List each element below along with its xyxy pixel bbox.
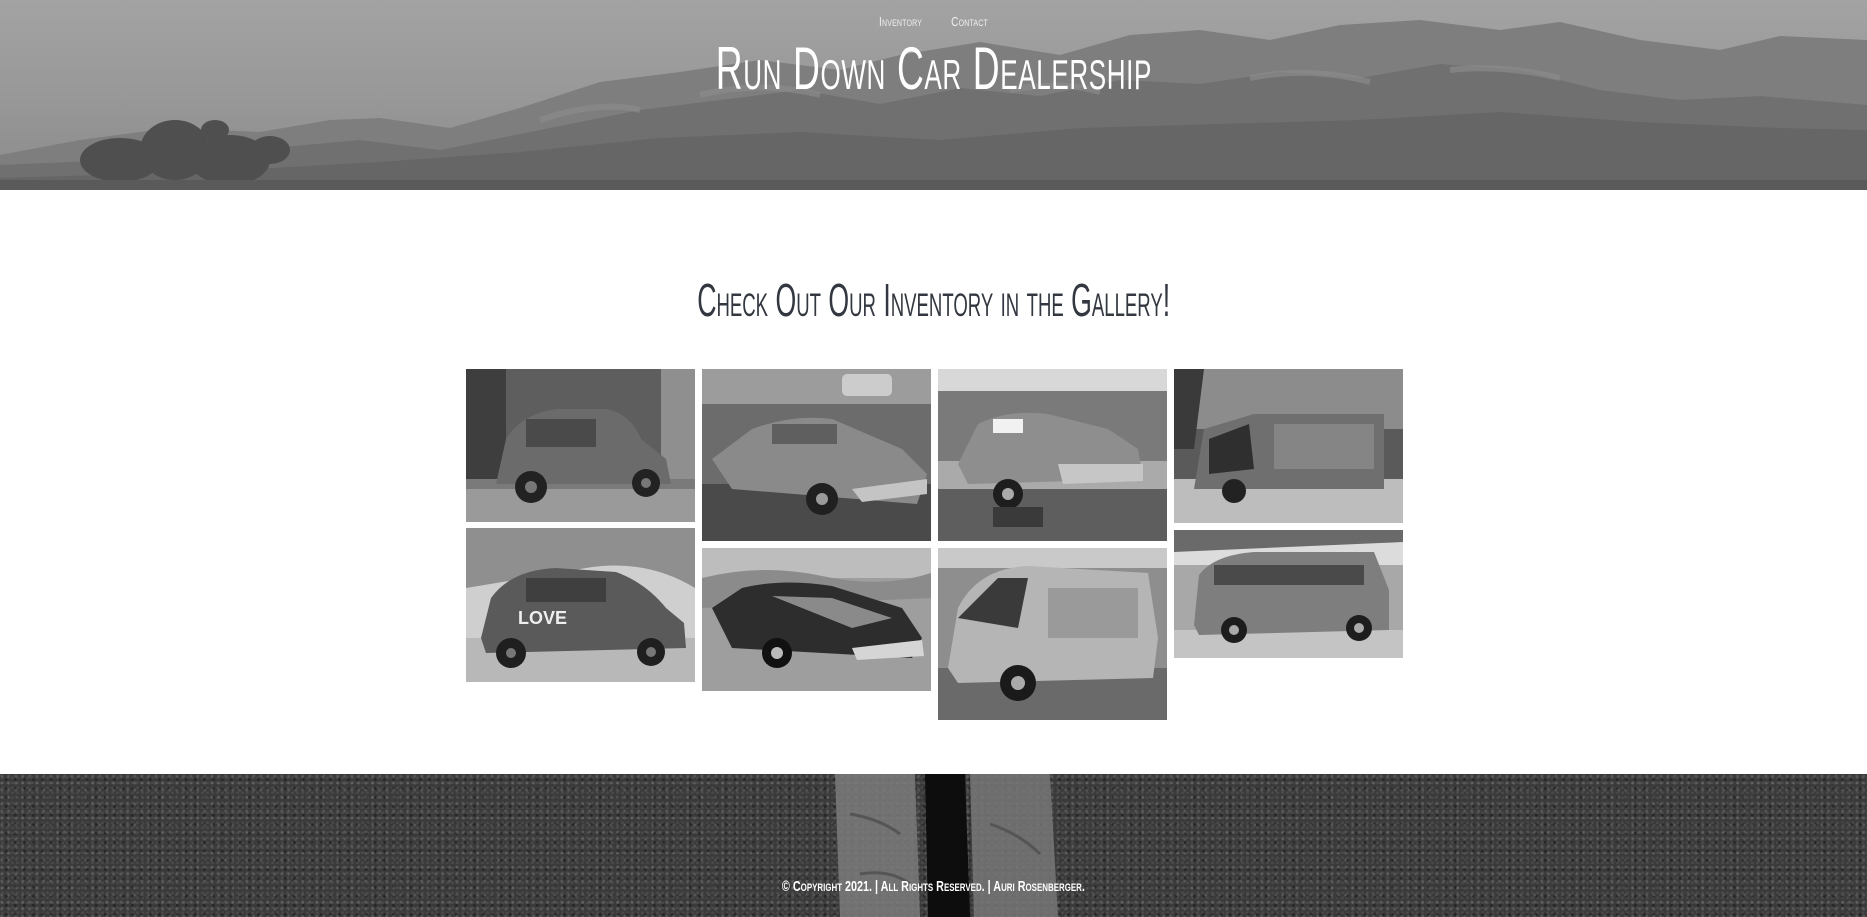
gallery-photo-4[interactable] (1174, 369, 1403, 523)
gallery-photo-8[interactable] (1174, 530, 1403, 658)
site-title: Run Down Car Dealership (0, 34, 1867, 104)
svg-text:LOVE: LOVE (518, 608, 567, 628)
gallery-photo-3[interactable] (938, 369, 1167, 541)
gallery-photo-1[interactable] (466, 369, 695, 522)
nav-link-inventory[interactable]: Inventory (879, 14, 922, 29)
gallery-heading: Check Out Our Inventory in the Gallery! (0, 272, 1867, 328)
gallery-photo-5[interactable]: LOVE (466, 528, 695, 682)
site-title-text: Run Down Car Dealership (715, 35, 1152, 102)
copyright-text: © Copyright 2021. | All Rights Reserved.… (782, 878, 1085, 895)
inventory-gallery: LOVE (466, 369, 1403, 729)
road-center-line-image (835, 774, 1058, 917)
site-header: Inventory Contact Run Down Car Dealershi… (0, 0, 1867, 190)
main-nav: Inventory Contact (0, 14, 1867, 29)
gallery-photo-6[interactable] (702, 548, 931, 691)
gallery-photo-2[interactable] (702, 369, 931, 541)
gallery-photo-7[interactable] (938, 548, 1167, 720)
nav-link-contact[interactable]: Contact (952, 14, 989, 29)
gallery-heading-text: Check Out Our Inventory in the Gallery! (697, 274, 1170, 326)
copyright-notice: © Copyright 2021. | All Rights Reserved.… (0, 878, 1867, 895)
site-footer: © Copyright 2021. | All Rights Reserved.… (0, 774, 1867, 917)
main-content: Check Out Our Inventory in the Gallery! (0, 190, 1867, 774)
